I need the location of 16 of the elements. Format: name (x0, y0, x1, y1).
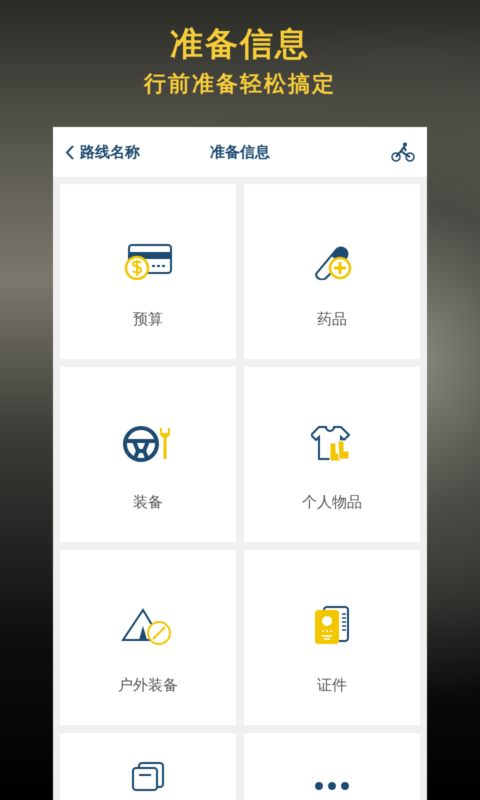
category-tile[interactable]: 证件 (244, 550, 420, 725)
back-button[interactable]: 路线名称 (65, 142, 140, 162)
category-tile[interactable]: 户外装备 (60, 550, 236, 725)
banner-subtitle: 行前准备轻松搞定 (144, 70, 336, 99)
category-tile[interactable]: 药品 (244, 184, 420, 359)
category-tile[interactable]: 预算 (60, 184, 236, 359)
tile-label: 个人物品 (302, 493, 362, 512)
category-tile[interactable]: 个人物品 (244, 367, 420, 542)
tile-label: 装备 (133, 493, 163, 512)
tile-label: 证件 (317, 676, 347, 695)
banner-title: 准备信息 (170, 24, 310, 64)
tile-label: 药品 (317, 310, 347, 329)
tile-label: 户外装备 (118, 676, 178, 695)
category-tile[interactable]: 装备 (60, 367, 236, 542)
nav-title: 准备信息 (210, 143, 270, 161)
tile-label: 预算 (133, 310, 163, 329)
